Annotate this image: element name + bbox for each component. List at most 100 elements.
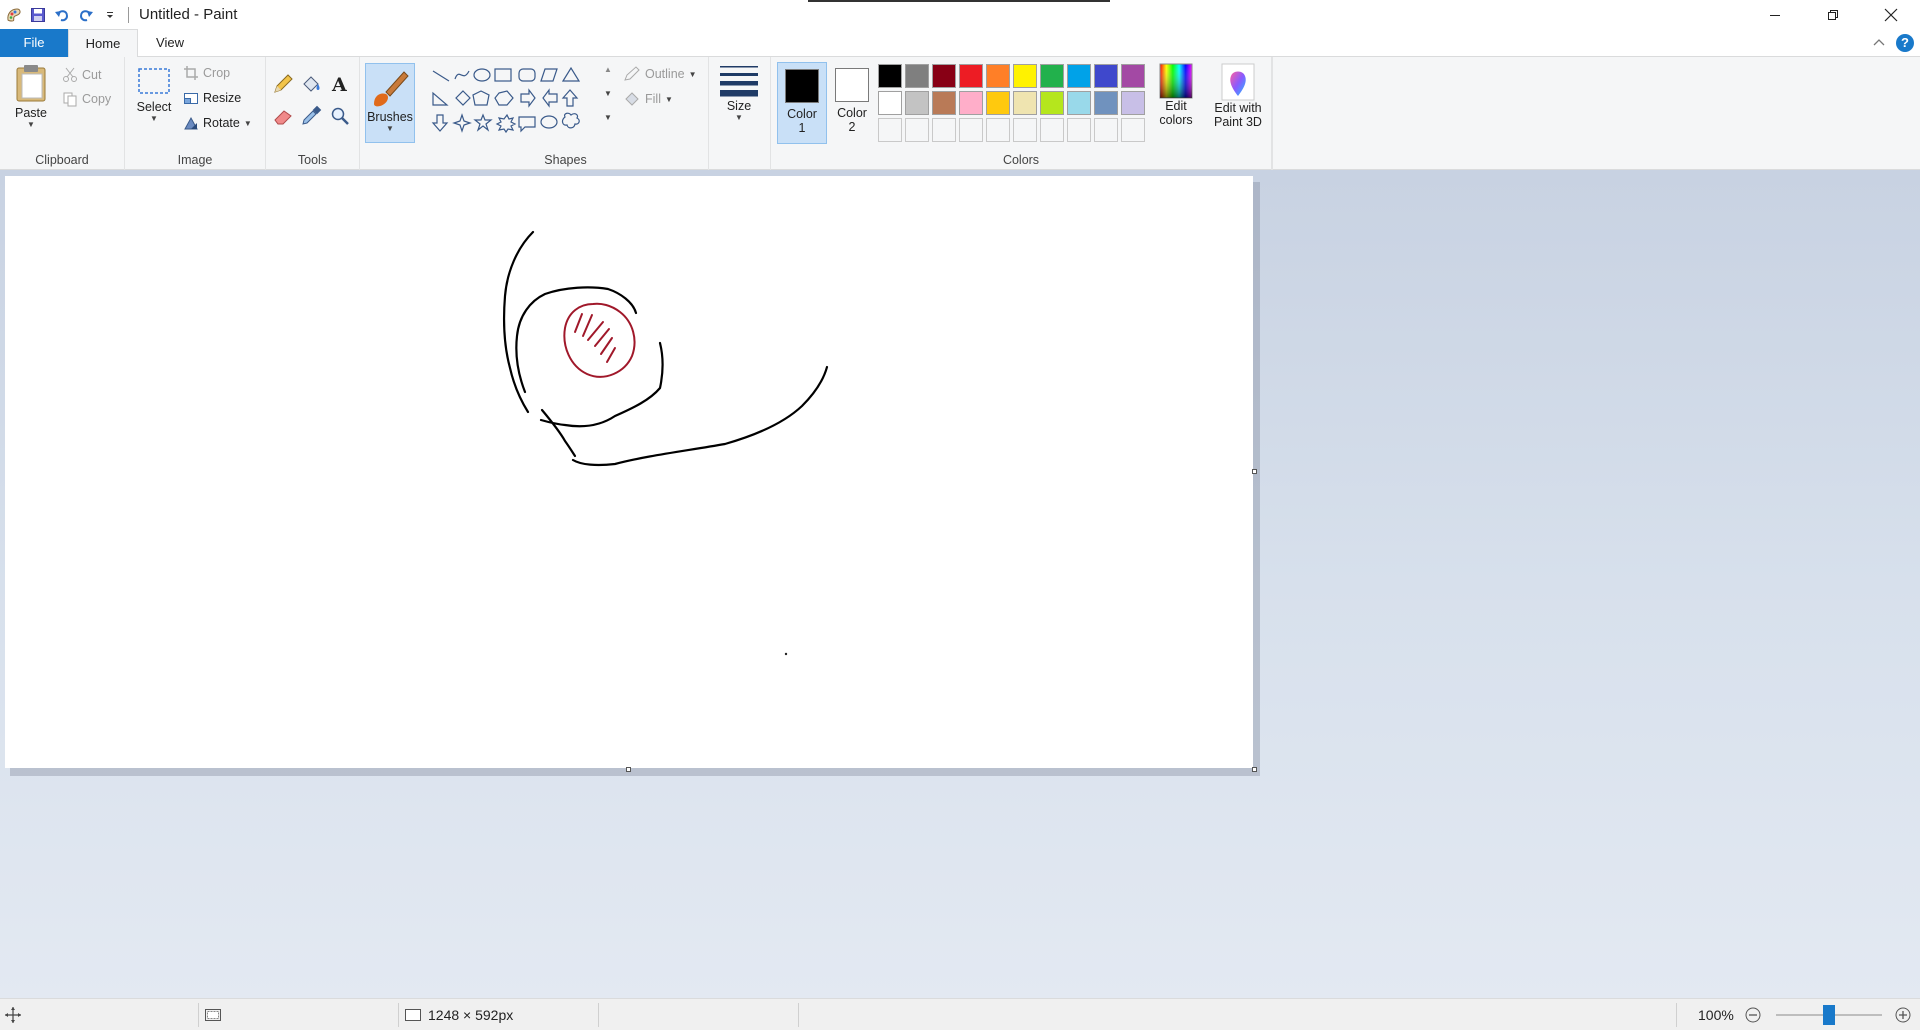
palette-swatch[interactable] <box>1013 64 1037 88</box>
palette-swatch[interactable] <box>932 91 956 115</box>
size-button[interactable]: Size ▼ <box>714 63 764 143</box>
palette-custom-slot[interactable] <box>932 118 956 142</box>
stroke-base-curve <box>571 365 829 467</box>
color-picker-icon[interactable] <box>300 105 324 129</box>
palette-custom-slot[interactable] <box>1094 118 1118 142</box>
palette-swatch[interactable] <box>1013 91 1037 115</box>
edit-with-paint3d-button[interactable]: Edit with Paint 3D <box>1205 63 1271 153</box>
palette-swatch[interactable] <box>986 91 1010 115</box>
zoom-slider-thumb[interactable] <box>1823 1005 1835 1025</box>
text-tool-icon[interactable]: A <box>329 73 353 97</box>
palette-swatch[interactable] <box>1121 91 1145 115</box>
line-size-icon <box>720 66 758 97</box>
pencil-icon[interactable] <box>272 73 296 97</box>
svg-text:A: A <box>331 74 347 95</box>
palette-swatch[interactable] <box>905 64 929 88</box>
customize-qat-chevron-down-icon[interactable] <box>98 3 122 27</box>
outline-label: Outline <box>645 67 685 81</box>
window-title: Untitled - Paint <box>139 6 238 23</box>
tab-home[interactable]: Home <box>68 29 138 58</box>
shapes-scroll-up-icon[interactable]: ▲ <box>604 65 612 74</box>
palette-swatch[interactable] <box>959 91 983 115</box>
zoom-out-button[interactable] <box>1744 999 1762 1030</box>
palette-swatch[interactable] <box>878 91 902 115</box>
help-icon[interactable]: ? <box>1896 34 1914 52</box>
canvas-resize-handle-bottom[interactable] <box>626 767 631 772</box>
redo-icon[interactable] <box>74 3 98 27</box>
color1-selector[interactable]: Color 1 <box>777 62 827 144</box>
paint-app-icon[interactable] <box>2 3 26 27</box>
palette-custom-slot[interactable] <box>959 118 983 142</box>
palette-swatch[interactable] <box>905 91 929 115</box>
palette-custom-slot[interactable] <box>986 118 1010 142</box>
canvas-resize-handle-corner[interactable] <box>1252 767 1257 772</box>
palette-swatch[interactable] <box>1067 64 1091 88</box>
collapse-ribbon-chevron-up-icon[interactable] <box>1872 36 1886 50</box>
save-icon[interactable] <box>26 3 50 27</box>
select-rectangle-icon <box>138 68 170 94</box>
clipboard-group-label: Clipboard <box>35 153 89 167</box>
zoom-in-button[interactable] <box>1894 999 1912 1030</box>
cut-button[interactable]: Cut <box>62 64 101 86</box>
eraser-icon[interactable] <box>272 105 296 129</box>
rotate-button[interactable]: Rotate ▼ <box>183 112 252 134</box>
close-button[interactable] <box>1862 0 1920 29</box>
resize-label: Resize <box>203 91 242 105</box>
palette-swatch[interactable] <box>1094 91 1118 115</box>
undo-icon[interactable] <box>50 3 74 27</box>
stroke-red-hatch-6 <box>606 347 616 363</box>
palette-custom-slot[interactable] <box>1121 118 1145 142</box>
palette-swatch[interactable] <box>1067 91 1091 115</box>
shapes-expand-icon[interactable]: ▼ <box>604 113 612 122</box>
paint3d-icon <box>1221 63 1255 101</box>
outline-button[interactable]: Outline ▼ <box>623 63 697 85</box>
palette-swatch[interactable] <box>1040 64 1064 88</box>
palette-swatch[interactable] <box>1121 64 1145 88</box>
fill-icon <box>625 92 639 106</box>
palette-swatch[interactable] <box>1094 64 1118 88</box>
paint3d-group: Edit with Paint 3D <box>1203 57 1273 170</box>
color2-selector[interactable]: Color 2 <box>827 62 877 144</box>
paste-chevron-down-icon: ▼ <box>27 120 35 129</box>
size-label: Size <box>726 99 752 113</box>
shapes-scroll-down-icon[interactable]: ▼ <box>604 89 612 98</box>
resize-button[interactable]: Resize <box>183 87 241 109</box>
select-button[interactable]: Select ▼ <box>133 63 175 143</box>
palette-custom-slot[interactable] <box>1067 118 1091 142</box>
rotate-label: Rotate <box>203 116 240 130</box>
quick-access-toolbar <box>0 0 135 29</box>
minimize-button[interactable] <box>1746 0 1804 29</box>
palette-custom-slot[interactable] <box>878 118 902 142</box>
palette-swatch[interactable] <box>986 64 1010 88</box>
brush-icon <box>374 71 409 107</box>
tab-view[interactable]: View <box>138 29 202 57</box>
tools-group-label: Tools <box>297 153 328 167</box>
palette-swatch[interactable] <box>932 64 956 88</box>
tab-file[interactable]: File <box>0 29 68 57</box>
window-controls <box>1746 0 1920 29</box>
restore-button[interactable] <box>1804 0 1862 29</box>
palette-swatch[interactable] <box>959 64 983 88</box>
palette-custom-slot[interactable] <box>1013 118 1037 142</box>
fill-bucket-icon[interactable] <box>300 73 324 97</box>
palette-swatch[interactable] <box>878 64 902 88</box>
palette-custom-slot[interactable] <box>1040 118 1064 142</box>
paste-button[interactable]: Paste ▼ <box>8 63 54 143</box>
brushes-button[interactable]: Brushes ▼ <box>365 63 415 143</box>
fill-button[interactable]: Fill ▼ <box>623 88 673 110</box>
canvas-resize-handle-right[interactable] <box>1252 469 1257 474</box>
copy-button[interactable]: Copy <box>62 88 111 110</box>
palette-custom-slot[interactable] <box>905 118 929 142</box>
rotate-chevron-down-icon: ▼ <box>243 118 252 128</box>
paint3d-label-2: Paint 3D <box>1214 115 1262 129</box>
crop-button[interactable]: Crop <box>183 62 230 84</box>
resize-icon <box>184 93 198 104</box>
palette-swatch[interactable] <box>1040 91 1064 115</box>
magnifier-icon[interactable] <box>329 105 353 129</box>
shapes-gallery[interactable] <box>429 63 615 143</box>
edit-colors-button[interactable]: Edit colors <box>1151 63 1201 143</box>
image-group-label: Image <box>177 153 213 167</box>
drawing-canvas[interactable] <box>5 176 1253 768</box>
shapes-group-label: Shapes <box>544 153 587 167</box>
size-chevron-down-icon: ▼ <box>735 113 743 122</box>
